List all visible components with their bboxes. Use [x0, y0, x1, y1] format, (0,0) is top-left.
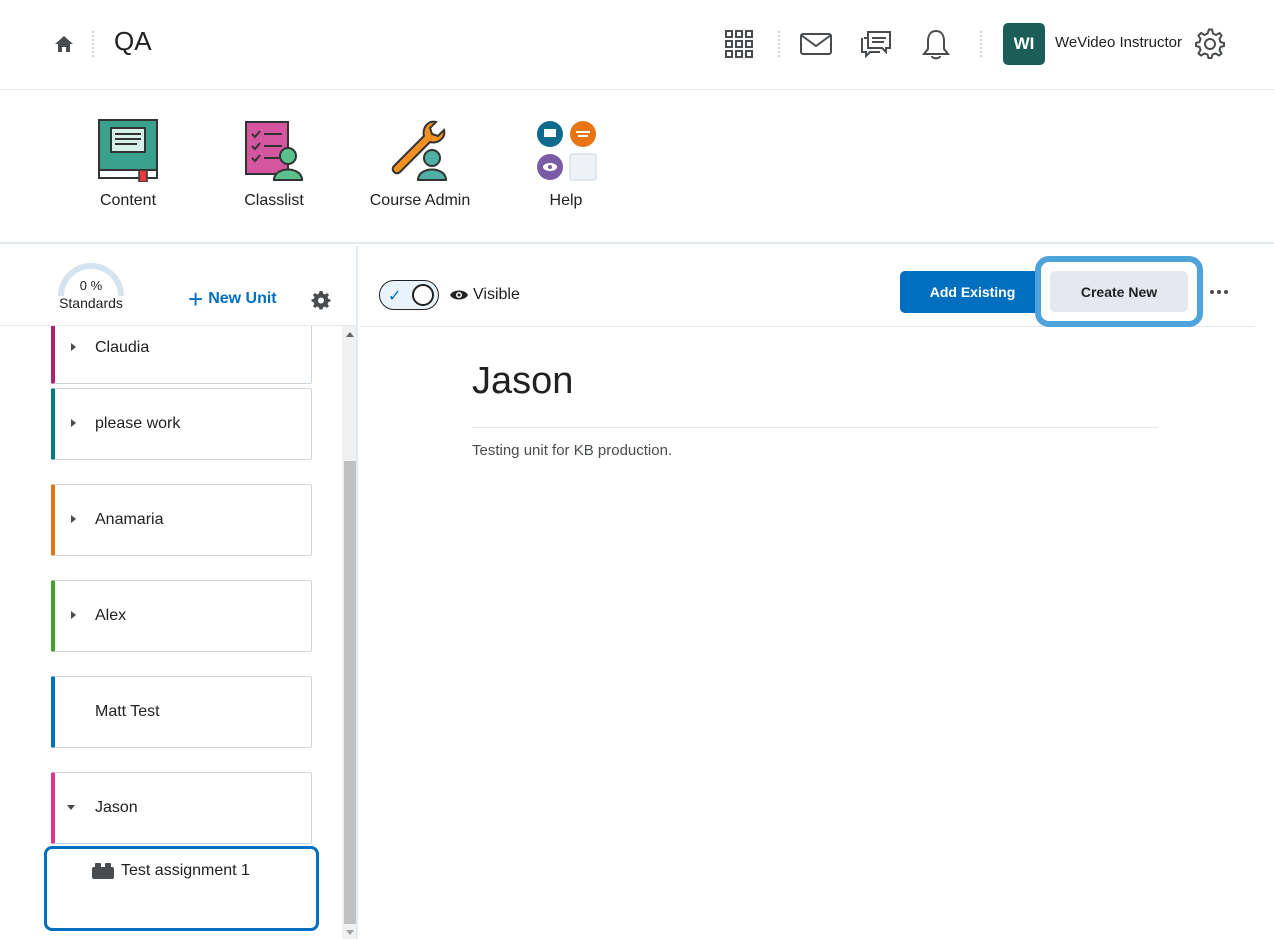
new-unit-button[interactable]: + New Unit [188, 284, 277, 314]
unit-toolbar: ✓ Visible Add Existing Create New [360, 246, 1255, 327]
gear-icon[interactable] [1193, 27, 1227, 61]
unit-card-matt-test[interactable]: Matt Test [51, 676, 312, 748]
unit-card-alex[interactable]: Alex [51, 580, 312, 652]
create-new-button[interactable]: Create New [1050, 271, 1188, 312]
unit-name: Claudia [95, 339, 150, 356]
nav-content[interactable]: Content [58, 90, 198, 244]
visibility-label: Visible [473, 286, 520, 303]
standards-label: Standards [59, 295, 123, 311]
gear-icon[interactable] [311, 290, 331, 310]
unit-name: Anamaria [95, 511, 164, 528]
divider [980, 31, 982, 57]
sidebar-header: 0 % Standards + New Unit [0, 246, 356, 326]
unit-list[interactable]: Claudia please work Anamaria Alex Matt T… [0, 312, 340, 939]
assignment-icon [92, 863, 114, 879]
eye-icon [450, 290, 468, 300]
nav-course-admin[interactable]: Course Admin [350, 90, 490, 244]
caret-right-icon[interactable] [68, 513, 78, 525]
more-options-icon[interactable] [1209, 288, 1229, 296]
unit-name: Matt Test [95, 703, 160, 720]
course-admin-wrench-icon [391, 120, 448, 181]
nav-label: Course Admin [369, 192, 471, 209]
avatar[interactable]: WI [1003, 23, 1045, 65]
scroll-up-arrow-icon[interactable] [346, 332, 354, 337]
unit-card-jason[interactable]: Jason [51, 772, 312, 844]
nav-label: Classlist [244, 192, 304, 209]
new-unit-label: New Unit [208, 290, 277, 307]
add-existing-button[interactable]: Add Existing [900, 271, 1045, 313]
app-grid-icon[interactable] [722, 27, 756, 61]
unit-name: please work [95, 415, 181, 432]
caret-down-icon[interactable] [66, 801, 76, 813]
unit-name: Alex [95, 607, 127, 624]
course-navbar: Content Classlist Course Admin Help [0, 90, 1274, 244]
divider [472, 427, 1158, 428]
nav-label: Content [99, 192, 157, 209]
standards-percent: 0 % [79, 278, 103, 293]
scroll-down-arrow-icon[interactable] [346, 930, 354, 935]
toggle-knob [412, 284, 434, 306]
checkmark-icon: ✓ [388, 288, 402, 305]
caret-right-icon[interactable] [68, 609, 78, 621]
top-header: QA WI WeVideo Instructor [0, 0, 1274, 90]
caret-right-icon[interactable] [68, 341, 78, 353]
unit-name: Jason [95, 799, 138, 816]
assignment-item[interactable]: Test assignment 1 [91, 862, 250, 880]
visibility-toggle[interactable]: ✓ [379, 280, 439, 310]
mail-icon[interactable] [798, 29, 834, 59]
units-sidebar: Claudia please work Anamaria Alex Matt T… [0, 246, 358, 939]
bell-icon[interactable] [918, 26, 954, 62]
sidebar-scrollbar[interactable] [342, 326, 356, 939]
scrollbar-thumb[interactable] [344, 461, 356, 924]
classlist-icon [245, 121, 304, 181]
divider [778, 31, 780, 57]
help-icon [537, 121, 597, 181]
user-name[interactable]: WeVideo Instructor [1055, 34, 1182, 51]
unit-title: Jason [472, 360, 574, 402]
nav-help[interactable]: Help [496, 90, 636, 244]
chat-icon[interactable] [858, 26, 894, 62]
unit-card-please-work[interactable]: please work [51, 388, 312, 460]
assignment-label: Test assignment 1 [121, 862, 250, 879]
caret-right-icon[interactable] [68, 417, 78, 429]
course-title[interactable]: QA [114, 26, 152, 57]
nav-classlist[interactable]: Classlist [204, 90, 344, 244]
unit-description: Testing unit for KB production. [472, 442, 673, 459]
plus-icon: + [188, 284, 204, 314]
content-book-icon [98, 119, 158, 182]
unit-card-anamaria[interactable]: Anamaria [51, 484, 312, 556]
divider [92, 31, 94, 57]
home-icon[interactable] [53, 33, 75, 55]
nav-label: Help [549, 192, 583, 209]
selected-unit-focus-ring [44, 846, 319, 931]
